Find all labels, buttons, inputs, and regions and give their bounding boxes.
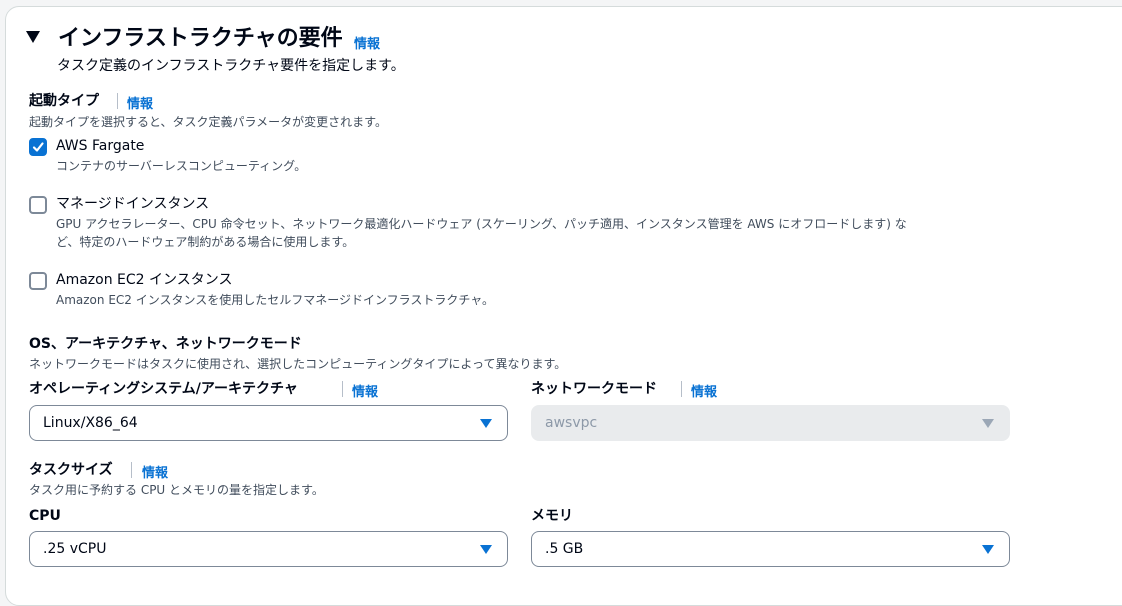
memory-select[interactable]: .5 GB [531,531,1010,567]
network-mode-label: ネットワークモード [531,381,657,397]
os-arch-network-description: ネットワークモードはタスクに使用され、選択したコンピューティングタイプによって異… [29,357,567,371]
caret-down-icon [480,419,492,428]
managed-instances-checkbox[interactable] [29,196,47,214]
check-icon [32,142,44,152]
ec2-description: Amazon EC2 インスタンスを使用したセルフマネージドインフラストラクチャ… [56,293,495,307]
separator [117,93,118,109]
caret-down-icon [480,545,492,554]
cpu-value: .25 vCPU [43,541,107,557]
section-description: タスク定義のインフラストラクチャ要件を指定します。 [57,58,405,74]
section-title: インフラストラクチャの要件 [58,26,343,51]
os-arch-network-label: OS、アーキテクチャ、ネットワークモード [29,336,302,352]
network-mode-select: awsvpc [531,405,1010,441]
cpu-select[interactable]: .25 vCPU [29,531,508,567]
separator [131,462,132,478]
task-size-label: タスクサイズ [29,462,113,478]
caret-down-icon[interactable] [26,31,40,43]
managed-instances-label[interactable]: マネージドインスタンス [56,195,209,213]
ec2-checkbox[interactable] [29,272,47,290]
managed-instances-description-line2: ど、特定のハードウェア制約がある場合に使用します。 [56,235,355,249]
task-size-description: タスク用に予約する CPU とメモリの量を指定します。 [29,483,324,497]
fargate-description: コンテナのサーバーレスコンピューティング。 [56,159,307,173]
cpu-label: CPU [29,508,61,524]
os-arch-select[interactable]: Linux/X86_64 [29,405,508,441]
separator [342,381,343,397]
section-info-link[interactable]: 情報 [354,33,380,52]
memory-value: .5 GB [545,541,584,557]
os-arch-info-link[interactable]: 情報 [352,381,378,400]
task-size-info-link[interactable]: 情報 [142,462,168,481]
network-mode-value: awsvpc [545,415,598,431]
launch-type-label: 起動タイプ [29,93,99,109]
memory-label: メモリ [531,508,573,524]
ec2-label[interactable]: Amazon EC2 インスタンス [56,271,232,289]
fargate-checkbox[interactable] [29,138,47,156]
managed-instances-description-line1: GPU アクセラレーター、CPU 命令セット、ネットワーク最適化ハードウェア (… [56,217,907,231]
fargate-label[interactable]: AWS Fargate [56,137,144,155]
os-arch-label: オペレーティングシステム/アーキテクチャ [29,381,298,397]
launch-type-info-link[interactable]: 情報 [127,93,153,112]
caret-down-icon [982,419,994,428]
caret-down-icon [982,545,994,554]
os-arch-value: Linux/X86_64 [43,415,138,431]
network-mode-info-link[interactable]: 情報 [691,381,717,400]
launch-type-description: 起動タイプを選択すると、タスク定義パラメータが変更されます。 [29,115,387,129]
separator [681,381,682,397]
